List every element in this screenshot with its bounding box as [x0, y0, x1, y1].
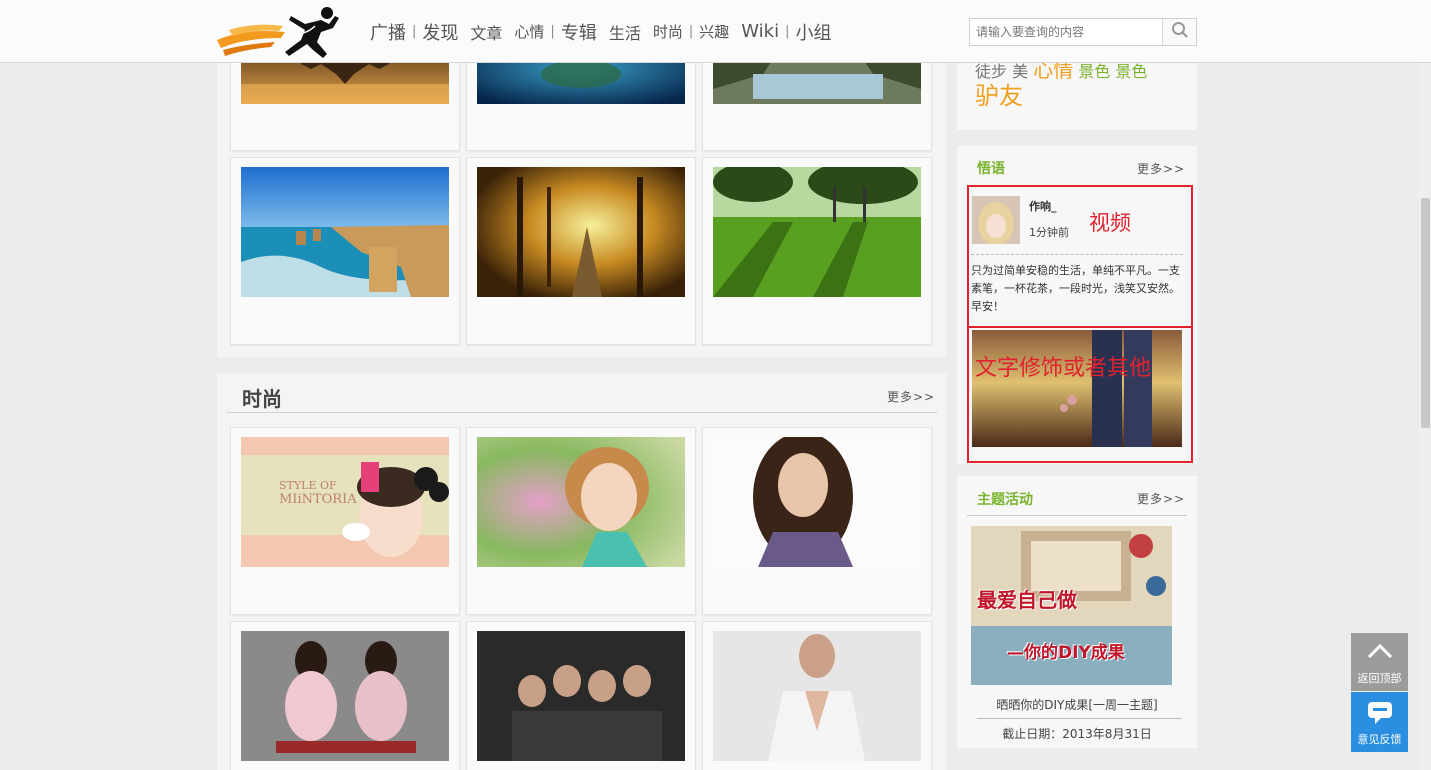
scrollbar-thumb[interactable] — [1421, 198, 1430, 428]
svg-text:STYLE OF: STYLE OF — [279, 479, 337, 492]
photo-autumn-forest — [477, 167, 685, 297]
main-nav: 广播 | 发现 文章 心情 | 专辑 生活 时尚 | 兴趣 Wiki | 小组 — [370, 0, 831, 63]
activity-caption[interactable]: 晒晒你的DIY成果[一周一主题] — [957, 696, 1197, 713]
activity-title: 主题活动 — [977, 492, 1033, 508]
nav-item-2[interactable]: 文章 — [470, 20, 502, 44]
search-button[interactable] — [1162, 19, 1196, 45]
poster-subline: —你的DIY成果 — [1007, 643, 1125, 663]
activity-deadline: 截止日期：2013年8月31日 — [1002, 727, 1152, 741]
nav-separator: | — [688, 24, 694, 39]
activity-caption-divider — [977, 718, 1182, 719]
nav-item-6[interactable]: 时尚 — [653, 21, 683, 42]
chat-bubble-icon — [1367, 701, 1393, 728]
search-box — [969, 18, 1197, 46]
photo-girl-smiling — [477, 437, 685, 567]
activity-box: 主题活动 更多>> 最爱自己做 —你的DIY成果 晒晒你的DIY成果[一周一主题… — [957, 476, 1197, 748]
nav-separator: | — [785, 24, 790, 39]
annotation-video: 视频 — [1089, 211, 1131, 235]
photo-card-fashion-6[interactable] — [702, 621, 932, 770]
tag-backpacker[interactable]: 驴友 — [975, 76, 1023, 111]
fashion-more-link[interactable]: 更多>> — [887, 388, 935, 405]
nav-item-8[interactable]: Wiki — [741, 21, 779, 42]
avatar[interactable] — [972, 196, 1020, 246]
fashion-divider — [227, 412, 937, 413]
nav-item-3[interactable]: 心情 — [514, 21, 544, 42]
chevron-up-icon — [1367, 643, 1393, 662]
activity-more-link[interactable]: 更多>> — [1137, 490, 1185, 507]
back-to-top-label: 返回顶部 — [1357, 672, 1402, 685]
poster-headline: 最爱自己做 — [977, 588, 1077, 612]
photo-park-trees — [713, 167, 921, 297]
photo-coast-cliffs — [241, 167, 449, 297]
post-time: 1分钟前 — [1029, 226, 1069, 239]
nav-item-0[interactable]: 广播 — [370, 19, 406, 45]
photo-card-forest[interactable] — [466, 157, 696, 345]
post-image[interactable] — [972, 330, 1182, 447]
post-author[interactable]: 作响_ — [1029, 198, 1057, 214]
photo-man-white-shirt — [713, 631, 921, 761]
fashion-section-title: 时尚 — [242, 387, 282, 411]
nav-item-4[interactable]: 专辑 — [561, 19, 597, 45]
feedback-button[interactable]: 意见反馈 — [1351, 692, 1408, 752]
photo-card-coast[interactable] — [230, 157, 460, 345]
nav-separator: | — [550, 24, 555, 39]
nav-item-9[interactable]: 小组 — [795, 19, 831, 45]
site-logo[interactable] — [215, 4, 345, 60]
post-divider — [971, 254, 1183, 255]
top-navigation-bar: 广播 | 发现 文章 心情 | 专辑 生活 时尚 | 兴趣 Wiki | 小组 — [0, 0, 1431, 63]
search-input[interactable] — [970, 19, 1162, 45]
nav-separator: | — [412, 24, 417, 39]
wuyu-title: 悟语 — [977, 161, 1005, 177]
photo-style-of-victoria: STYLE OF MIiNTORIA — [241, 437, 449, 567]
photo-card-fashion-4[interactable] — [230, 621, 460, 770]
activity-divider — [967, 515, 1187, 516]
annotation-decoration: 文字修饰或者其他 — [975, 356, 1152, 381]
photo-two-women-chairs — [241, 631, 449, 761]
tag-scenery-1[interactable]: 景色 — [1078, 62, 1110, 81]
back-to-top-button[interactable]: 返回顶部 — [1351, 633, 1408, 691]
photo-card-fashion-5[interactable] — [466, 621, 696, 770]
photo-card-fashion-3[interactable] — [702, 427, 932, 615]
photo-card-fashion-1[interactable]: STYLE OF MIiNTORIA — [230, 427, 460, 615]
photo-woman-portrait — [713, 437, 921, 567]
post-text: 只为过简单安稳的生活，单纯不平凡。一支素笔，一杯花茶，一段时光，浅笑又安然。早安… — [971, 264, 1180, 313]
nav-item-1[interactable]: 发现 — [422, 19, 458, 45]
svg-text:MIiNTORIA: MIiNTORIA — [279, 492, 357, 507]
feedback-label: 意见反馈 — [1357, 733, 1402, 746]
nav-item-7[interactable]: 兴趣 — [699, 21, 729, 42]
tag-scenery-2[interactable]: 景色 — [1115, 62, 1147, 81]
photo-card-park[interactable] — [702, 157, 932, 345]
photo-band-group — [477, 631, 685, 761]
photo-card-fashion-2[interactable] — [466, 427, 696, 615]
search-icon — [1171, 21, 1189, 43]
wuyu-more-link[interactable]: 更多>> — [1137, 160, 1185, 177]
activity-poster[interactable]: 最爱自己做 —你的DIY成果 — [971, 526, 1172, 685]
landscape-section — [217, 43, 947, 357]
nav-item-5[interactable]: 生活 — [609, 20, 641, 44]
fashion-section: 时尚 更多>> STYLE OF MIiNTORIA — [217, 373, 947, 770]
